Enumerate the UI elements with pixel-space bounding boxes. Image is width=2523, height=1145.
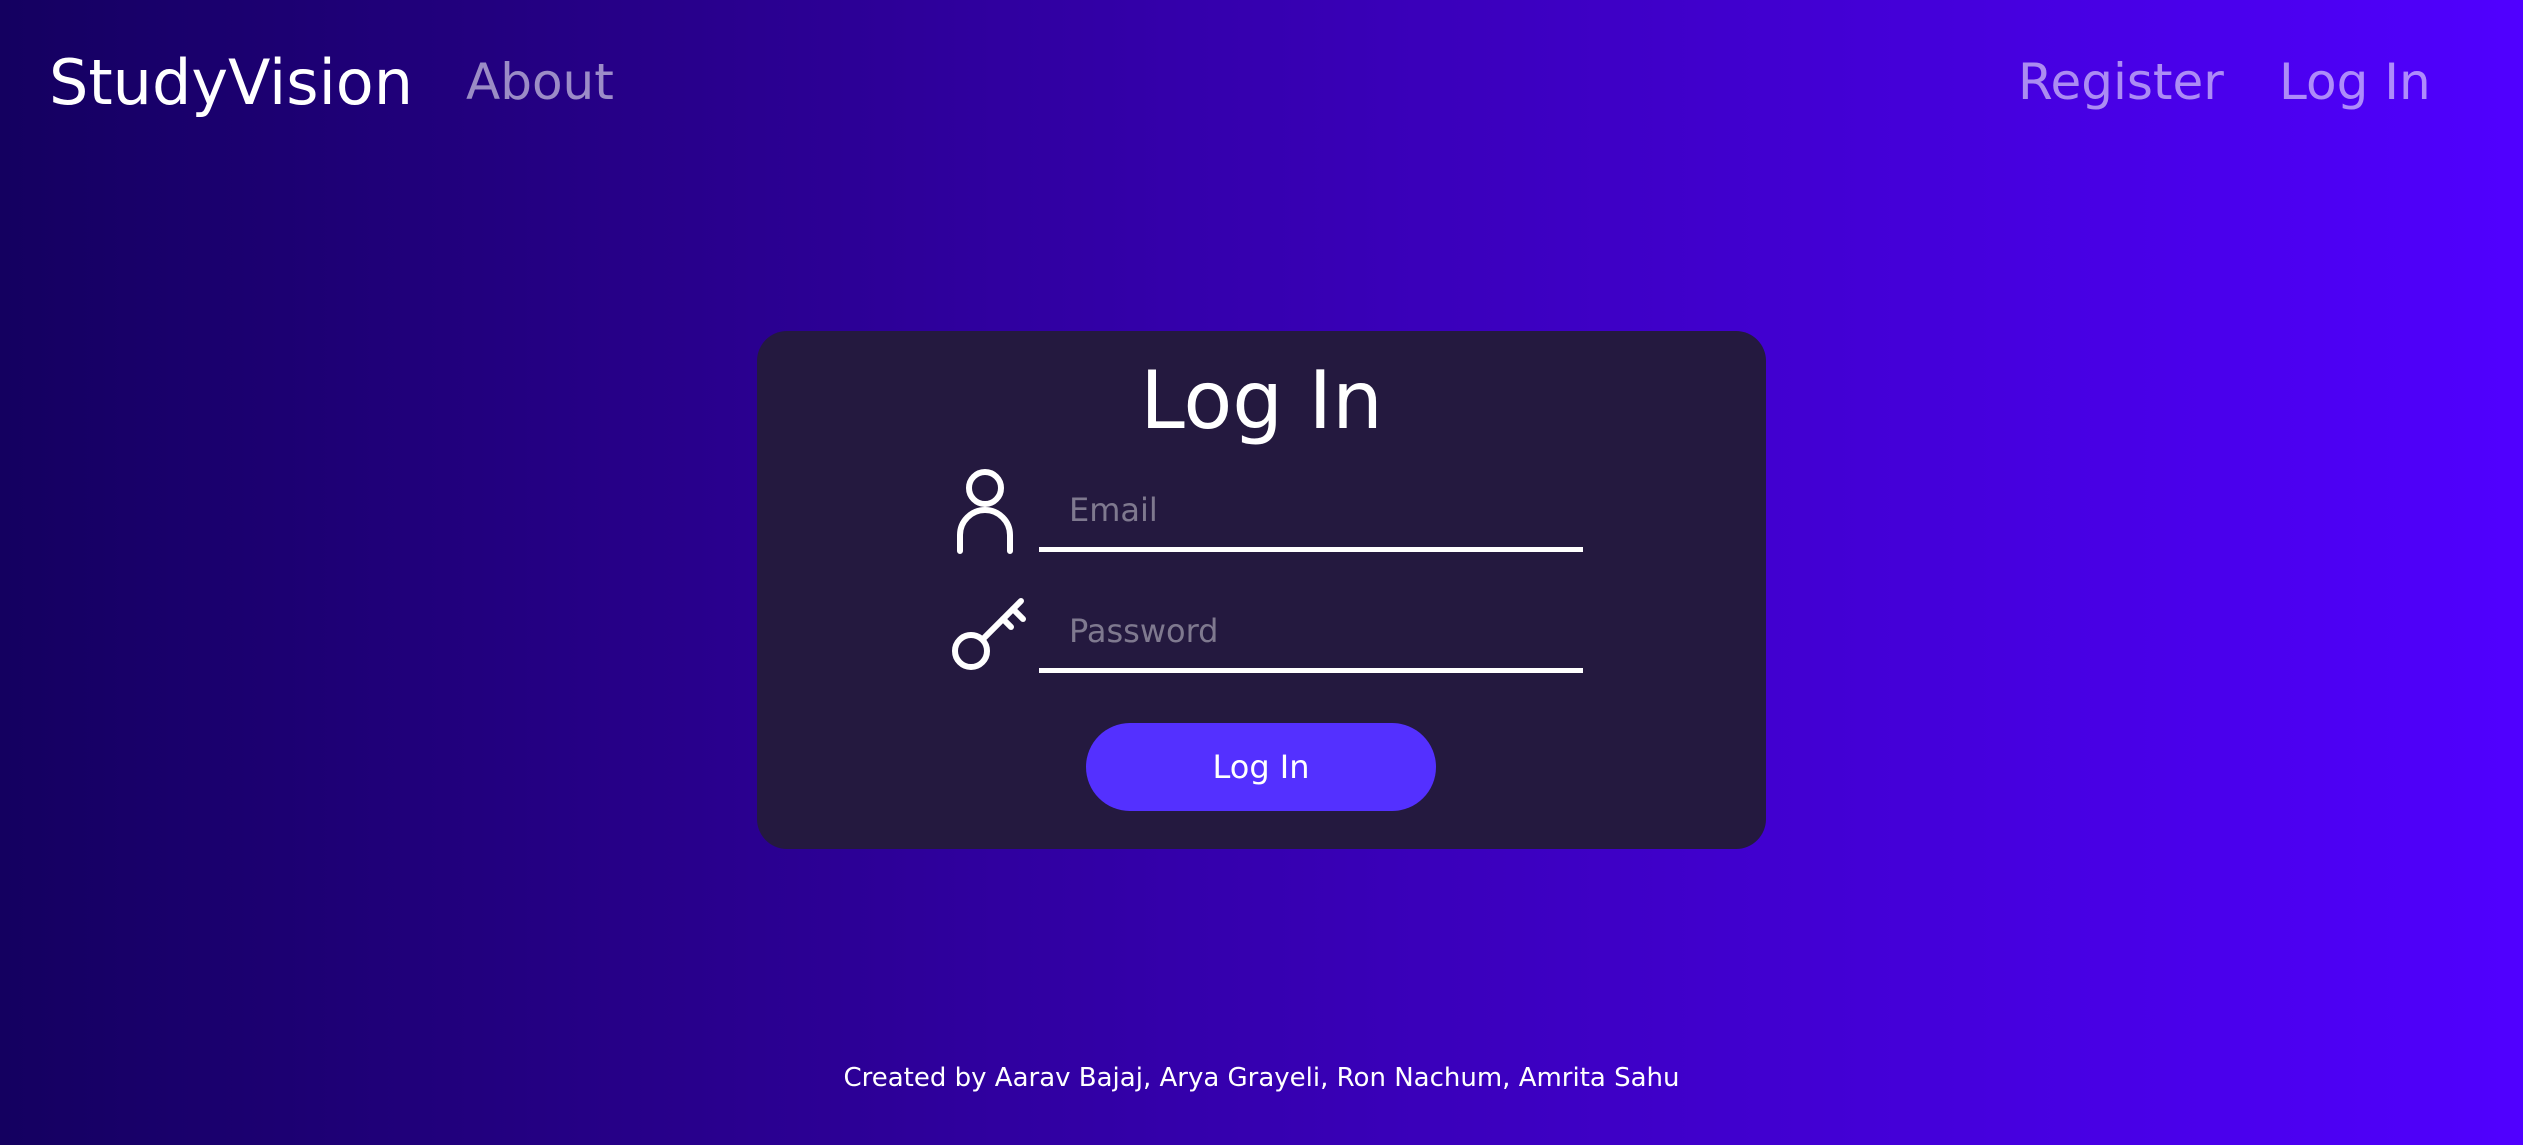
user-icon [953, 469, 1017, 557]
login-submit-button[interactable]: Log In [1086, 723, 1436, 811]
email-input[interactable] [1039, 472, 1583, 552]
password-field-wrapper [1039, 593, 1583, 673]
password-input[interactable] [1039, 593, 1583, 673]
footer-credits: Created by Aarav Bajaj, Arya Grayeli, Ro… [843, 1063, 1680, 1093]
navbar: StudyVision About Register Log In [0, 0, 2523, 160]
login-card: Log In Log In [757, 331, 1766, 849]
brand-logo[interactable]: StudyVision [49, 38, 413, 128]
login-title: Log In [1140, 354, 1383, 447]
nav-register-link[interactable]: Register [2018, 42, 2224, 122]
nav-login-link[interactable]: Log In [2279, 42, 2431, 122]
nav-about-link[interactable]: About [466, 42, 614, 122]
key-icon [949, 589, 1033, 673]
email-field-wrapper [1039, 472, 1583, 552]
